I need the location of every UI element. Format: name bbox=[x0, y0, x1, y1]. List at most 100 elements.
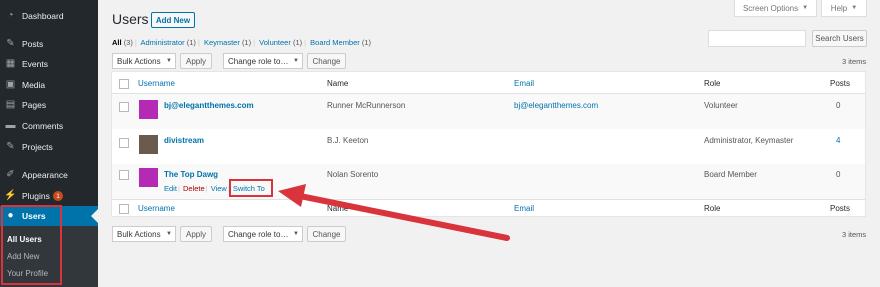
add-new-button[interactable]: Add New bbox=[151, 12, 195, 28]
sidebar-item-label: Projects bbox=[22, 142, 53, 152]
pin-icon: ✎ bbox=[6, 141, 15, 152]
active-menu-pointer bbox=[91, 209, 98, 223]
delete-link[interactable]: Delete bbox=[183, 184, 205, 193]
sidebar-item-label: Pages bbox=[22, 100, 47, 110]
sidebar-item-posts[interactable]: ✎ Posts bbox=[0, 34, 98, 54]
sidebar-item-label: Media bbox=[22, 80, 46, 90]
items-count: 3 items bbox=[842, 57, 867, 66]
user-role: Administrator, Keymaster bbox=[704, 136, 794, 145]
filter-count: (3) bbox=[123, 38, 133, 47]
filter-count: (1) bbox=[186, 38, 196, 47]
search-input[interactable] bbox=[708, 30, 806, 47]
sidebar-item-dashboard[interactable]: ◔ Dashboard bbox=[0, 6, 98, 26]
change-role-select[interactable]: Change role to… ▼ bbox=[223, 53, 303, 69]
username-link[interactable]: The Top Dawg bbox=[164, 170, 218, 179]
username-link[interactable]: divistream bbox=[164, 136, 204, 145]
change-role-value: Change role to… bbox=[228, 56, 289, 66]
filter-administrator[interactable]: Administrator bbox=[140, 38, 184, 47]
post-count-link[interactable]: 4 bbox=[836, 136, 840, 145]
column-username[interactable]: Username bbox=[138, 79, 175, 88]
sidebar-item-plugins[interactable]: ⚡ Plugins 1 bbox=[0, 186, 98, 206]
caret-down-icon: ▼ bbox=[166, 231, 172, 237]
pages-icon: ▤ bbox=[5, 99, 16, 110]
row-checkbox[interactable] bbox=[119, 138, 129, 148]
column-email[interactable]: Email bbox=[514, 204, 534, 213]
sidebar-item-label: Dashboard bbox=[22, 11, 64, 21]
select-all-checkbox[interactable] bbox=[119, 79, 129, 89]
sidebar-item-comments[interactable]: ▬ Comments bbox=[0, 116, 98, 136]
column-posts: Posts bbox=[830, 79, 851, 88]
table-footer: Username Name Email Role Posts bbox=[112, 199, 865, 217]
sidebar-item-label: Plugins bbox=[22, 191, 50, 201]
sidebar-item-media[interactable]: ▣ Media bbox=[0, 75, 98, 95]
email-link[interactable]: bj@elegantthemes.com bbox=[514, 101, 598, 110]
avatar bbox=[139, 100, 158, 119]
row-checkbox[interactable] bbox=[119, 170, 129, 180]
column-posts: Posts bbox=[830, 204, 851, 213]
user-name: Nolan Sorento bbox=[327, 170, 379, 179]
username-link[interactable]: bj@elegantthemes.com bbox=[164, 101, 254, 110]
edit-link[interactable]: Edit bbox=[164, 184, 177, 193]
help-button[interactable]: Help ▼ bbox=[821, 0, 867, 17]
bulk-actions-value: Bulk Actions bbox=[117, 56, 161, 66]
table-row: divistream B.J. Keeton Administrator, Ke… bbox=[112, 129, 865, 164]
column-username[interactable]: Username bbox=[138, 204, 175, 213]
bulk-actions-select-bottom[interactable]: Bulk Actions ▼ bbox=[112, 226, 176, 242]
select-all-checkbox[interactable] bbox=[119, 204, 129, 214]
apply-button-bottom[interactable]: Apply bbox=[180, 226, 212, 242]
column-role: Role bbox=[704, 79, 721, 88]
change-button-bottom[interactable]: Change bbox=[307, 226, 346, 242]
post-count: 0 bbox=[836, 101, 841, 110]
filter-keymaster[interactable]: Keymaster bbox=[204, 38, 240, 47]
caret-down-icon: ▼ bbox=[293, 231, 299, 237]
filter-all[interactable]: All bbox=[112, 38, 122, 47]
separator: | bbox=[197, 38, 200, 47]
post-count: 0 bbox=[836, 170, 841, 179]
filter-count: (1) bbox=[241, 38, 252, 47]
apply-button[interactable]: Apply bbox=[180, 53, 212, 69]
sidebar-item-label: Comments bbox=[22, 121, 64, 131]
avatar bbox=[139, 135, 158, 154]
separator: | bbox=[253, 38, 256, 47]
column-role: Role bbox=[704, 204, 721, 213]
change-button[interactable]: Change bbox=[307, 53, 346, 69]
help-label: Help bbox=[830, 3, 848, 13]
user-name: Runner McRunnerson bbox=[327, 101, 406, 110]
pin-icon: ✎ bbox=[6, 38, 15, 49]
bulk-actions-value: Bulk Actions bbox=[117, 229, 161, 239]
highlight-box-users-menu bbox=[1, 205, 62, 285]
user-role: Volunteer bbox=[704, 101, 738, 110]
column-email[interactable]: Email bbox=[514, 79, 534, 88]
sidebar-item-projects[interactable]: ✎ Projects bbox=[0, 137, 98, 157]
table-row: The Top Dawg Edit| Delete| View| Switch … bbox=[112, 164, 865, 199]
row-checkbox[interactable] bbox=[119, 102, 129, 112]
bulk-actions-select[interactable]: Bulk Actions ▼ bbox=[112, 53, 176, 69]
comment-icon: ▬ bbox=[5, 120, 16, 131]
sidebar-item-label: Events bbox=[22, 59, 48, 69]
sidebar-item-events[interactable]: ▦ Events bbox=[0, 54, 98, 74]
filter-board-member[interactable]: Board Member bbox=[310, 38, 360, 47]
user-role: Board Member bbox=[704, 170, 757, 179]
sidebar-item-appearance[interactable]: ✐ Appearance bbox=[0, 165, 98, 185]
separator: | bbox=[134, 38, 137, 47]
users-table: Username Name Email Role Posts bj@elegan… bbox=[111, 71, 866, 217]
sidebar-item-label: Posts bbox=[22, 39, 44, 49]
items-count-bottom: 3 items bbox=[842, 230, 867, 239]
filter-volunteer[interactable]: Volunteer bbox=[259, 38, 291, 47]
search-users-button[interactable]: Search Users bbox=[812, 30, 867, 47]
filter-count: (1) bbox=[292, 38, 303, 47]
calendar-icon: ▦ bbox=[5, 58, 16, 69]
change-role-select-bottom[interactable]: Change role to… ▼ bbox=[223, 226, 303, 242]
page-title: Users bbox=[112, 11, 149, 27]
screen-options-label: Screen Options bbox=[742, 3, 799, 13]
caret-down-icon: ▼ bbox=[851, 5, 858, 11]
view-link[interactable]: View bbox=[211, 184, 227, 193]
sidebar-item-pages[interactable]: ▤ Pages bbox=[0, 95, 98, 115]
column-name: Name bbox=[327, 79, 349, 88]
screen-options-button[interactable]: Screen Options ▼ bbox=[734, 0, 817, 17]
user-name: B.J. Keeton bbox=[327, 136, 369, 145]
avatar bbox=[139, 168, 158, 187]
separator: | bbox=[205, 184, 208, 193]
caret-down-icon: ▼ bbox=[166, 58, 172, 64]
media-icon: ▣ bbox=[5, 79, 16, 90]
